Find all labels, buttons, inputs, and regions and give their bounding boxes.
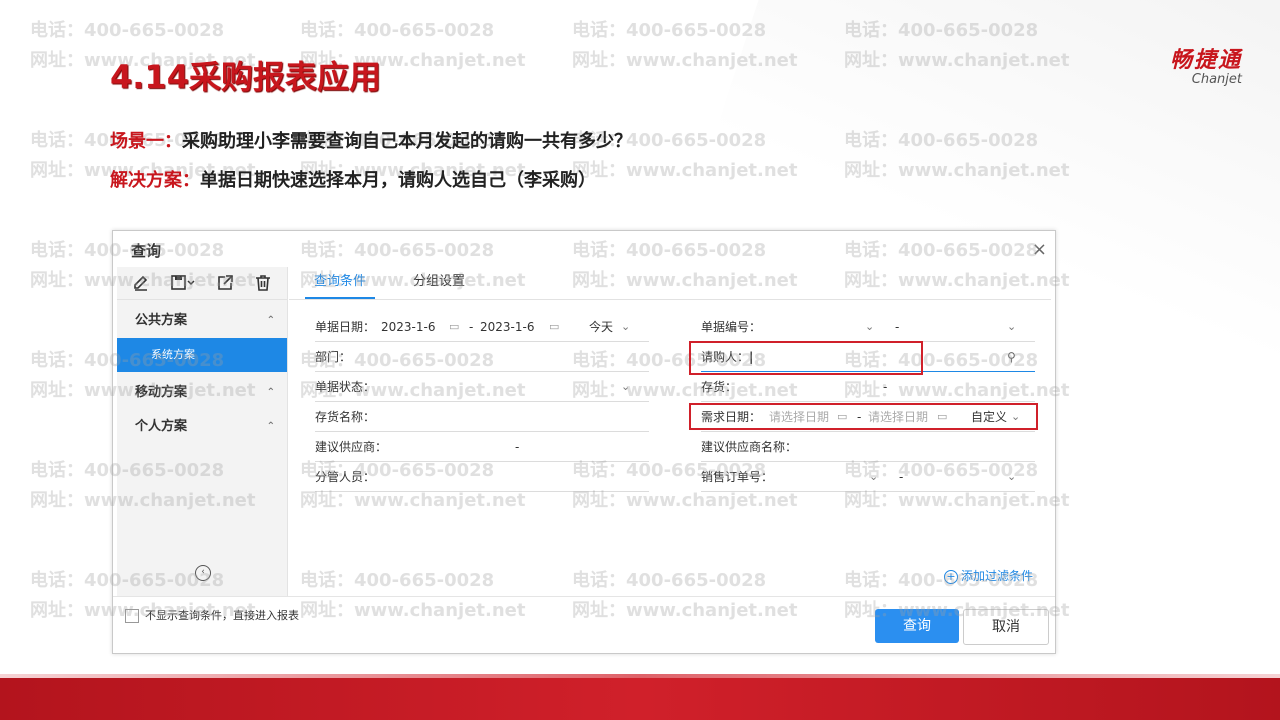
skip-conditions-label: 不显示查询条件，直接进入报表: [145, 609, 299, 622]
chevron-down-icon[interactable]: ⌄: [1007, 463, 1016, 491]
chevron-down-icon[interactable]: ⌄: [869, 463, 878, 491]
doc-date-to[interactable]: 2023-1-6: [480, 313, 534, 341]
doc-date-from[interactable]: 2023-1-6: [381, 313, 435, 341]
chevron-up-icon: ⌃: [266, 387, 275, 398]
manager-field[interactable]: 分管人员：: [315, 463, 649, 492]
add-filter-label: 添加过滤条件: [960, 569, 1033, 583]
doc-date-preset[interactable]: 今天: [589, 313, 613, 341]
plus-circle-icon: +: [943, 570, 958, 584]
doc-date-field[interactable]: 单据日期： 2023-1-6 ▭ - 2023-1-6 ▭ 今天 ⌄: [315, 313, 649, 342]
chevron-down-icon[interactable]: ⌄: [621, 313, 630, 341]
tab-group-settings[interactable]: 分组设置: [413, 267, 473, 297]
supplier-field[interactable]: 建议供应商： -: [315, 433, 649, 462]
scheme-group-label: 公共方案: [135, 313, 188, 328]
scheme-group-mobile[interactable]: 移动方案 ⌃: [117, 376, 287, 410]
inventory-name-field[interactable]: 存货名称：: [315, 403, 649, 432]
skip-conditions-checkbox[interactable]: [125, 609, 139, 623]
close-icon[interactable]: ×: [1032, 239, 1047, 260]
supplier-label: 建议供应商：: [315, 440, 388, 454]
doc-status-label: 单据状态：: [315, 380, 376, 394]
requester-highlight-box: [689, 341, 923, 375]
solution-text: 单据日期快速选择本月，请购人选自己（李采购）: [200, 170, 596, 191]
scheme-panel: 公共方案 ⌃ 系统方案 移动方案 ⌃ 个人方案 ⌃ ‹: [117, 267, 288, 597]
date-range-dash: -: [469, 320, 474, 334]
range-dash: -: [883, 380, 888, 394]
collapse-left-icon[interactable]: ‹: [195, 565, 211, 581]
search-icon[interactable]: ⚲: [1007, 343, 1016, 371]
chevron-up-icon: ⌃: [266, 421, 275, 432]
scheme-toolbar: [117, 267, 287, 300]
chevron-down-icon[interactable]: ⌄: [865, 313, 874, 341]
department-field[interactable]: 部门：: [315, 343, 649, 372]
range-dash: -: [895, 320, 900, 334]
need-date-highlight-box: [689, 403, 1038, 430]
solution-line: 解决方案：单据日期快速选择本月，请购人选自己（李采购）: [110, 166, 596, 192]
inventory-field[interactable]: 存货： -: [701, 373, 1035, 402]
dialog-footer: 不显示查询条件，直接进入报表 查询 取消: [113, 596, 1055, 653]
solution-label: 解决方案：: [110, 170, 200, 191]
scheme-group-label: 移动方案: [135, 385, 188, 400]
doc-number-label: 单据编号：: [701, 320, 762, 334]
query-dialog: 查询 × 公共方案 ⌃ 系统方案 移动方案 ⌃ 个人方案 ⌃ ‹ 查询条件 分组…: [112, 230, 1056, 654]
calendar-icon[interactable]: ▭: [449, 313, 459, 341]
scene-text: 采购助理小李需要查询自己本月发起的请购一共有多少？: [182, 131, 632, 152]
supplier-name-label: 建议供应商名称：: [701, 440, 798, 454]
supplier-name-field[interactable]: 建议供应商名称：: [701, 433, 1035, 462]
tab-query-conditions[interactable]: 查询条件: [305, 267, 375, 299]
sales-order-field[interactable]: 销售订单号： ⌄ - ⌄: [701, 463, 1035, 492]
scene-label: 场景一：: [110, 131, 182, 152]
logo-en-text: Chanjet: [1191, 72, 1242, 87]
add-filter-button[interactable]: + 添加过滤条件: [943, 567, 1033, 584]
manager-label: 分管人员：: [315, 470, 376, 484]
edit-icon[interactable]: [131, 273, 151, 293]
slide-title: 4.14采购报表应用: [110, 58, 381, 96]
dialog-title: 查询: [131, 242, 162, 260]
scheme-group-public[interactable]: 公共方案 ⌃: [117, 304, 287, 338]
department-label: 部门：: [315, 350, 352, 364]
logo-cn-text: 畅捷通: [1169, 48, 1242, 73]
calendar-icon[interactable]: ▭: [549, 313, 559, 341]
chevron-up-icon: ⌃: [266, 315, 275, 326]
delete-icon[interactable]: [253, 273, 273, 293]
range-dash: -: [899, 470, 904, 484]
doc-number-field[interactable]: 单据编号： ⌄ - ⌄: [701, 313, 1035, 342]
query-form: 单据日期： 2023-1-6 ▭ - 2023-1-6 ▭ 今天 ⌄ 单据编号：…: [289, 299, 1051, 599]
inventory-name-label: 存货名称：: [315, 410, 376, 424]
query-button[interactable]: 查询: [875, 609, 959, 643]
chevron-down-icon[interactable]: ⌄: [621, 373, 630, 401]
export-icon[interactable]: [215, 273, 235, 293]
scheme-group-personal[interactable]: 个人方案 ⌃: [117, 410, 287, 444]
save-icon[interactable]: [169, 273, 197, 293]
range-dash: -: [515, 440, 520, 454]
doc-date-label: 单据日期：: [315, 320, 376, 334]
chanjet-logo: 畅捷通 Chanjet: [1170, 42, 1242, 87]
inventory-label: 存货：: [701, 380, 738, 394]
tab-bar: 查询条件 分组设置: [289, 267, 1051, 300]
cancel-button[interactable]: 取消: [963, 609, 1049, 645]
bottom-red-band: [0, 674, 1280, 720]
scheme-group-label: 个人方案: [135, 419, 188, 434]
sales-order-label: 销售订单号：: [701, 470, 774, 484]
chevron-down-icon[interactable]: ⌄: [1007, 313, 1016, 341]
scene-line: 场景一：采购助理小李需要查询自己本月发起的请购一共有多少？: [110, 127, 632, 153]
scheme-item-system[interactable]: 系统方案: [117, 338, 287, 372]
doc-status-field[interactable]: 单据状态： ⌄: [315, 373, 649, 402]
